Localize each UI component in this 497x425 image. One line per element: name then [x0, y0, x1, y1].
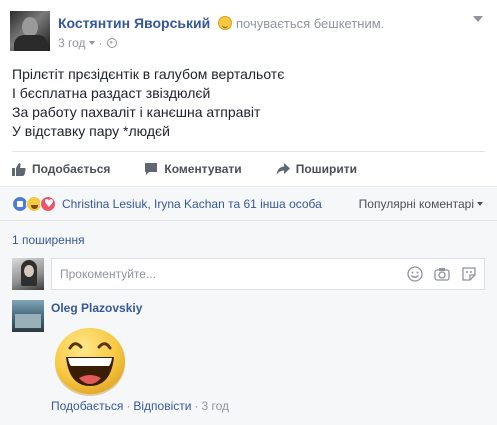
post-actions: Подобається Коментувати Поширити	[12, 158, 391, 180]
smirk-emoji-icon	[218, 16, 233, 30]
post-line: За работу пахваліт і канєшна атправіт	[12, 104, 261, 120]
comment: Oleg Plazovskiy Подобається · Відповісти · 3…	[0, 292, 497, 425]
laughing-sticker-icon	[55, 328, 125, 396]
like-button[interactable]: Подобається	[12, 162, 110, 176]
shares-count[interactable]: 1 поширення	[12, 233, 85, 247]
comment-author[interactable]: Oleg Plazovskiy	[51, 301, 142, 315]
shares-row: 1 поширення	[0, 220, 497, 256]
chevron-down-icon	[477, 202, 483, 206]
author-avatar[interactable]	[10, 11, 50, 51]
current-user-avatar	[12, 258, 44, 290]
comment-actions: Подобається · Відповісти · 3 год	[51, 399, 229, 413]
sticker-icon[interactable]	[461, 266, 477, 282]
comment-sort-label: Популярні коментарі	[358, 197, 474, 211]
comment-reply-link[interactable]: Відповісти	[133, 399, 191, 413]
post-line: І бєсплатна раздаст звіздюлєй	[12, 85, 211, 101]
post-time[interactable]: 3 год	[58, 36, 86, 50]
comment-button[interactable]: Коментувати	[144, 162, 242, 176]
commenter-avatar[interactable]	[12, 300, 44, 332]
comment-button-label: Коментувати	[164, 162, 242, 176]
love-reaction-icon	[40, 196, 56, 212]
speech-bubble-icon	[145, 163, 158, 175]
post-options-chevron-icon[interactable]	[473, 16, 483, 22]
activity-text: почувається бешкетним.	[235, 16, 385, 31]
camera-icon[interactable]	[434, 266, 450, 282]
post-card: Костянтин Яворський почувається бешкетни…	[0, 0, 497, 425]
post-body: Прілєтіт прєзідєнтік в галубом вертальот…	[12, 65, 284, 141]
post-line: У відставку пару *людєй	[12, 123, 170, 139]
author-name[interactable]: Костянтин Яворський	[58, 15, 210, 31]
like-button-label: Подобається	[32, 162, 111, 176]
comment-time[interactable]: 3 год	[201, 399, 229, 413]
divider	[12, 151, 485, 152]
emoji-icon[interactable]	[407, 266, 423, 282]
comment-like-link[interactable]: Подобається	[51, 399, 123, 413]
share-button-label: Поширити	[295, 162, 357, 176]
comment-composer	[0, 256, 497, 292]
comment-input-tools	[396, 266, 477, 282]
chevron-down-icon[interactable]	[88, 41, 95, 45]
thumbs-up-icon	[12, 163, 26, 176]
share-arrow-icon	[276, 163, 290, 175]
post-header: Костянтин Яворський почувається бешкетни…	[58, 15, 384, 31]
comment-sort-dropdown[interactable]: Популярні коментарі	[359, 197, 483, 211]
reactions-bar: Christina Lesiuk, Iryna Kachan та 61 інш…	[0, 186, 497, 220]
reaction-names[interactable]: Christina Lesiuk, Iryna Kachan та 61 інш…	[62, 197, 322, 211]
reaction-icons[interactable]	[12, 196, 56, 212]
globe-icon[interactable]	[106, 38, 117, 48]
post-meta: 3 год ·	[58, 36, 117, 50]
post-line: Прілєтіт прєзідєнтік в галубом вертальот…	[12, 66, 285, 82]
share-button[interactable]: Поширити	[276, 162, 357, 176]
